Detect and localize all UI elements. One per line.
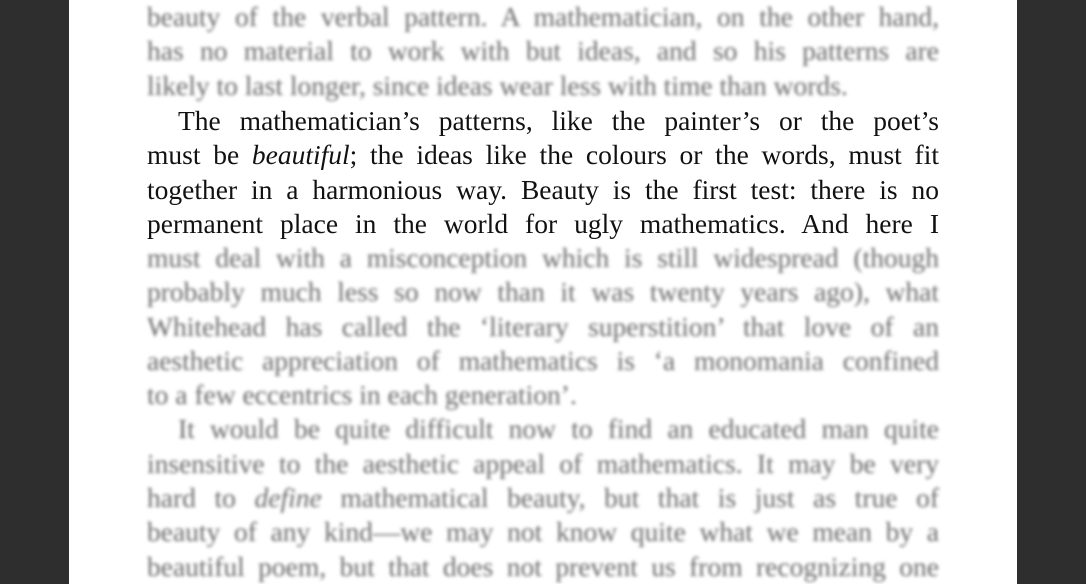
text-line: must be beautiful; the ideas like the co…	[147, 139, 939, 171]
text-line: must deal with a misconception which is …	[147, 242, 939, 273]
left-margin	[0, 0, 69, 584]
book-page: beauty of the verbal pattern. A mathemat…	[69, 0, 1017, 584]
emphasis-text: beautiful	[251, 139, 350, 171]
text-line: permanent place in the world for ugly ma…	[147, 207, 939, 239]
text-before-focus: beauty of the verbal pattern. A mathemat…	[147, 0, 939, 103]
text-line: Whitehead has called the ‘literary super…	[147, 310, 939, 342]
text-line: insensitive to the aesthetic appeal of m…	[147, 447, 939, 479]
text-line: has no material to work with but ideas, …	[147, 35, 939, 67]
right-margin	[1017, 0, 1086, 584]
text-line: probably much less so now than it was tw…	[147, 276, 939, 308]
text-line: beauty of any kind—we may not know quite…	[147, 516, 939, 548]
text-line: likely to last longer, since ideas wear …	[147, 69, 848, 101]
text-line: It would be quite difficult now to find …	[178, 413, 939, 445]
text-line: to a few eccentrics in each generation’.	[147, 379, 577, 411]
reader-viewer: beauty of the verbal pattern. A mathemat…	[0, 0, 1086, 584]
focused-paragraph: The mathematician’s patterns, like the p…	[147, 104, 939, 241]
text-line: beautiful poem, but that does not preven…	[147, 550, 939, 582]
text-line: hard to define mathematical beauty, but …	[147, 482, 939, 514]
text-line: aesthetic appreciation of mathematics is…	[147, 344, 939, 376]
text-line: The mathematician’s patterns, like the p…	[178, 105, 939, 136]
emphasis-text: define	[254, 482, 322, 514]
text-after-focus: must deal with a misconception which is …	[147, 241, 939, 584]
text-line: beauty of the verbal pattern. A mathemat…	[147, 1, 939, 32]
text-line: together in a harmonious way. Beauty is …	[147, 173, 939, 205]
